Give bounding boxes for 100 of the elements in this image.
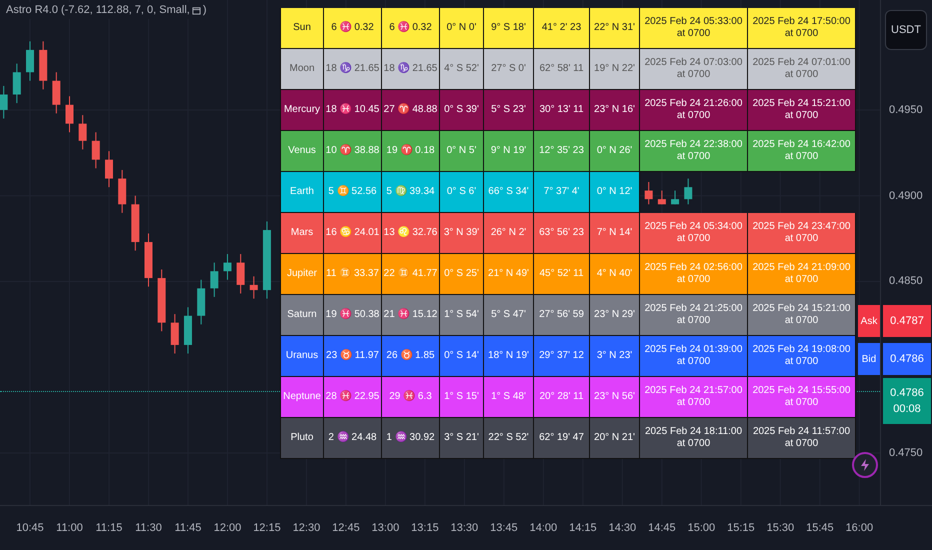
time-cell: 2025 Feb 24 11:57:00 at 0700: [748, 418, 856, 459]
time-cell: 2025 Feb 24 15:55:00 at 0700: [748, 377, 856, 418]
time-label: 14:45: [647, 521, 677, 536]
price-label: 0.4950: [889, 102, 923, 118]
table-cell: 7° 37' 4': [534, 172, 590, 213]
table-cell: 26 ♉ 1.85: [382, 336, 440, 377]
lightning-icon: [860, 459, 870, 471]
bid-label: Bid: [858, 343, 880, 375]
candlestick: [26, 40, 34, 82]
ask-price-tag: 0.4787: [883, 305, 931, 337]
time-cell: 2025 Feb 24 21:25:00 at 0700: [640, 295, 748, 336]
table-cell: 1° S 54': [440, 295, 484, 336]
time-label: 12:00: [212, 521, 242, 536]
lightning-button[interactable]: [852, 452, 878, 478]
time-cell: 2025 Feb 24 01:39:00 at 0700: [640, 336, 748, 377]
table-cell: 27° S 0': [484, 49, 534, 90]
table-cell: 6 ♓ 0.32: [324, 8, 382, 49]
time-cell: 2025 Feb 24 21:57:00 at 0700: [640, 377, 748, 418]
planet-name-cell: Earth: [280, 172, 324, 213]
table-cell: 18 ♑ 21.65: [324, 49, 382, 90]
candlestick: [644, 182, 653, 205]
planet-name-cell: Mars: [280, 213, 324, 254]
table-cell: 5 ♍ 39.34: [382, 172, 440, 213]
time-cell: 2025 Feb 24 17:50:00 at 0700: [748, 8, 856, 49]
table-cell: 13 ♌ 32.76: [382, 213, 440, 254]
currency-button[interactable]: USDT: [885, 10, 927, 50]
table-cell: 0° N 5': [440, 131, 484, 172]
table-cell: 3° N 39': [440, 213, 484, 254]
table-cell: 23 ♉ 11.97: [324, 336, 382, 377]
table-cell: 0° S 39': [440, 90, 484, 131]
table-cell: 5° S 23': [484, 90, 534, 131]
table-cell: 10 ♈ 38.88: [324, 131, 382, 172]
table-cell: 4° S 52': [440, 49, 484, 90]
table-cell: 11 ♊ 33.37: [324, 254, 382, 295]
table-cell: 1° S 15': [440, 377, 484, 418]
planet-name-cell: Venus: [280, 131, 324, 172]
table-cell: 66° S 34': [484, 172, 534, 213]
table-cell: 0° N 12': [590, 172, 640, 213]
table-cell: 19 ♈ 0.18: [382, 131, 440, 172]
time-cell: 2025 Feb 24 07:03:00 at 0700: [640, 49, 748, 90]
candlestick: [658, 190, 666, 205]
planet-name-cell: Mercury: [280, 90, 324, 131]
time-cell: 2025 Feb 24 19:08:00 at 0700: [748, 336, 856, 377]
time-label: 11:30: [134, 521, 163, 536]
time-label: 15:45: [805, 521, 835, 536]
candlestick: [170, 314, 179, 354]
table-cell: 27° 56' 59: [534, 295, 590, 336]
indicator-label: Astro R4.0 (-7.62, 112.88, 7, 0, Small,: [6, 3, 190, 18]
time-cell: 2025 Feb 24 07:01:00 at 0700: [748, 49, 856, 90]
table-cell: 29° 37' 12: [534, 336, 590, 377]
table-cell: 62° 19' 47: [534, 418, 590, 459]
candlestick: [223, 254, 232, 280]
table-cell: 19 ♓ 50.38: [324, 295, 382, 336]
candlestick: [104, 150, 113, 188]
time-cell: 2025 Feb 24 21:26:00 at 0700: [640, 90, 748, 131]
candlestick: [250, 276, 258, 300]
time-label: 13:30: [450, 521, 480, 536]
ask-label: Ask: [858, 305, 880, 337]
table-cell: 7° N 14': [590, 213, 640, 254]
time-cell: 2025 Feb 24 05:34:00 at 0700: [640, 213, 748, 254]
table-cell: 29 ♓ 6.3: [382, 377, 440, 418]
table-cell: 1° S 48': [484, 377, 534, 418]
table-cell: 16 ♋ 24.01: [324, 213, 382, 254]
planet-name-cell: Neptune: [280, 377, 324, 418]
time-label: 15:00: [686, 521, 716, 536]
table-cell: 5° S 47': [484, 295, 534, 336]
time-label: 13:15: [410, 521, 440, 536]
table-cell: 2 ♒ 24.48: [324, 418, 382, 459]
price-label: 0.4750: [889, 446, 923, 462]
table-cell: 26° N 2': [484, 213, 534, 254]
table-cell: 6 ♓ 0.32: [382, 8, 440, 49]
table-cell: 0° S 14': [440, 336, 484, 377]
planet-name-cell: Saturn: [280, 295, 324, 336]
time-label: 14:30: [608, 521, 638, 536]
time-label: 11:00: [55, 521, 84, 536]
table-cell: 30° 13' 11: [534, 90, 590, 131]
time-label: 14:15: [568, 521, 598, 536]
candlestick: [78, 114, 87, 150]
time-cell: 2025 Feb 24 02:56:00 at 0700: [640, 254, 748, 295]
time-label: 12:45: [331, 521, 361, 536]
table-cell: 22 ♊ 41.77: [382, 254, 440, 295]
candlestick: [0, 85, 8, 120]
table-cell: 9° N 19': [484, 131, 534, 172]
candlestick: [12, 63, 21, 104]
time-label: 11:45: [174, 521, 202, 536]
candlestick: [92, 132, 100, 169]
table-cell: 28 ♓ 22.95: [324, 377, 382, 418]
table-cell: 1 ♒ 30.92: [382, 418, 440, 459]
planet-name-cell: Moon: [280, 49, 324, 90]
indicator-label: ): [202, 3, 207, 18]
table-cell: 27 ♈ 48.88: [382, 90, 440, 131]
time-label: 15:30: [766, 521, 796, 536]
time-cell: 2025 Feb 24 22:38:00 at 0700: [640, 131, 748, 172]
table-cell: 20° 28' 11: [534, 377, 590, 418]
candlestick: [671, 190, 680, 205]
table-cell: 12° 35' 23: [534, 131, 590, 172]
planet-name-cell: Uranus: [280, 336, 324, 377]
table-cell: 41° 2' 23: [534, 8, 590, 49]
table-cell: 22° N 31': [590, 8, 640, 49]
time-label: 12:15: [252, 521, 282, 536]
